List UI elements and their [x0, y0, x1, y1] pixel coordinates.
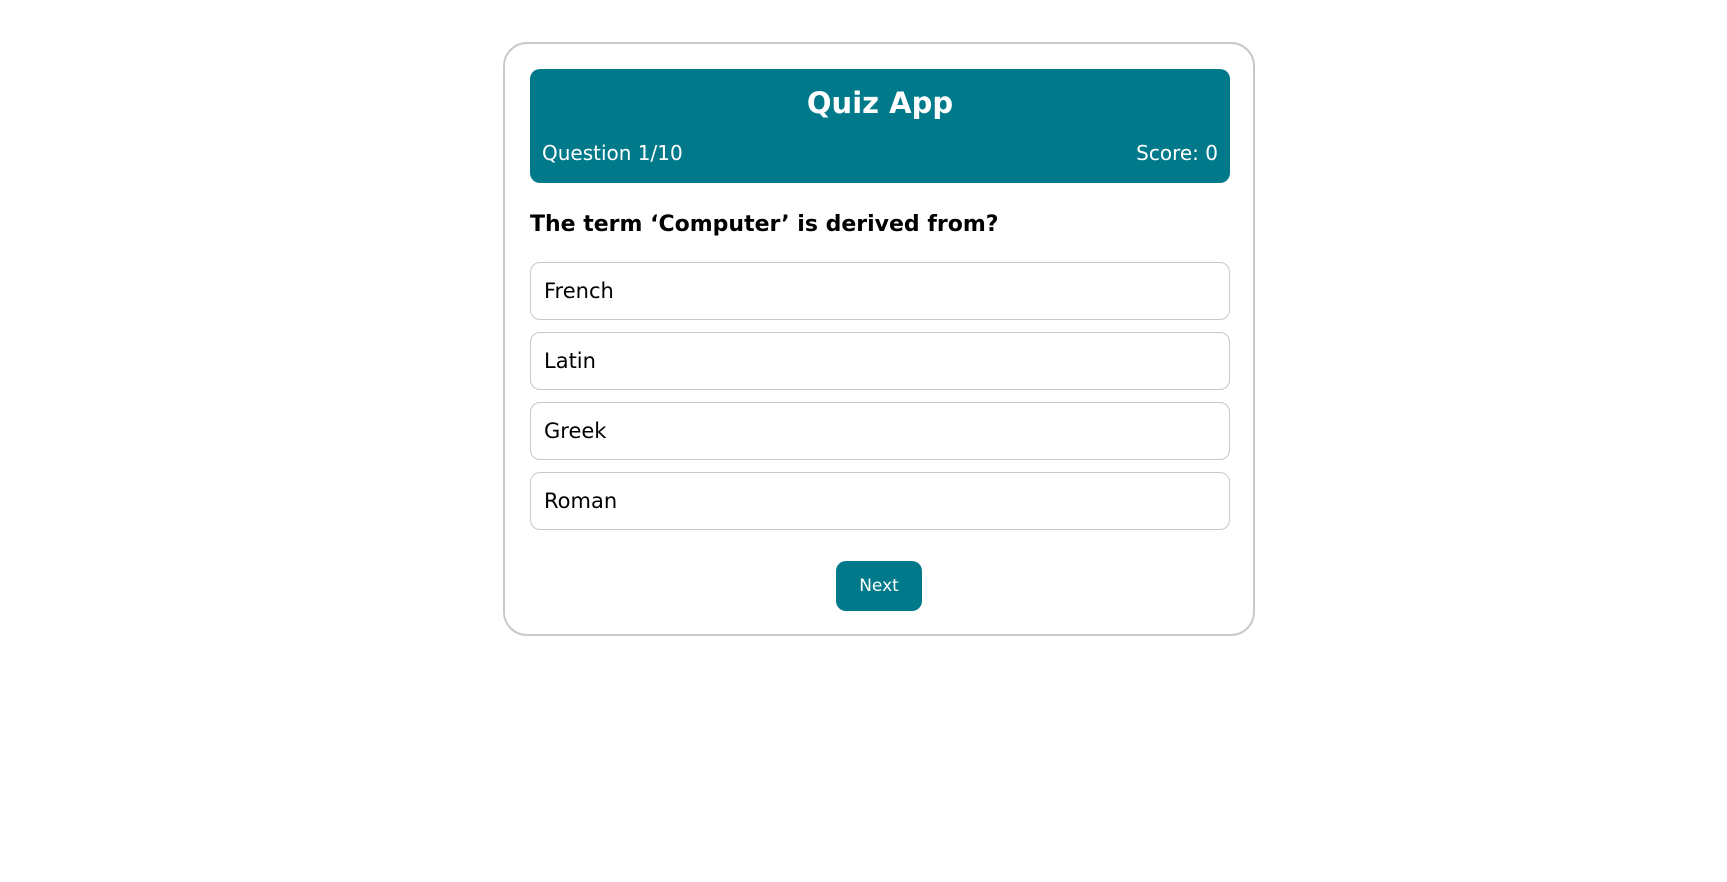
score-display: Score: 0 — [1136, 141, 1218, 165]
answer-option-french[interactable]: French — [530, 262, 1230, 320]
quiz-header: Quiz App Question 1/10 Score: 0 — [530, 69, 1230, 183]
answer-option-greek[interactable]: Greek — [530, 402, 1230, 460]
answer-options: French Latin Greek Roman — [530, 262, 1230, 542]
answer-option-roman[interactable]: Roman — [530, 472, 1230, 530]
question-text: The term ‘Computer’ is derived from? — [530, 212, 999, 237]
next-button[interactable]: Next — [836, 561, 922, 611]
question-counter: Question 1/10 — [542, 141, 683, 165]
app-title: Quiz App — [806, 86, 954, 120]
quiz-card: Quiz App Question 1/10 Score: 0 The term… — [503, 42, 1255, 636]
header-meta: Question 1/10 Score: 0 — [542, 139, 1218, 167]
answer-option-latin[interactable]: Latin — [530, 332, 1230, 390]
